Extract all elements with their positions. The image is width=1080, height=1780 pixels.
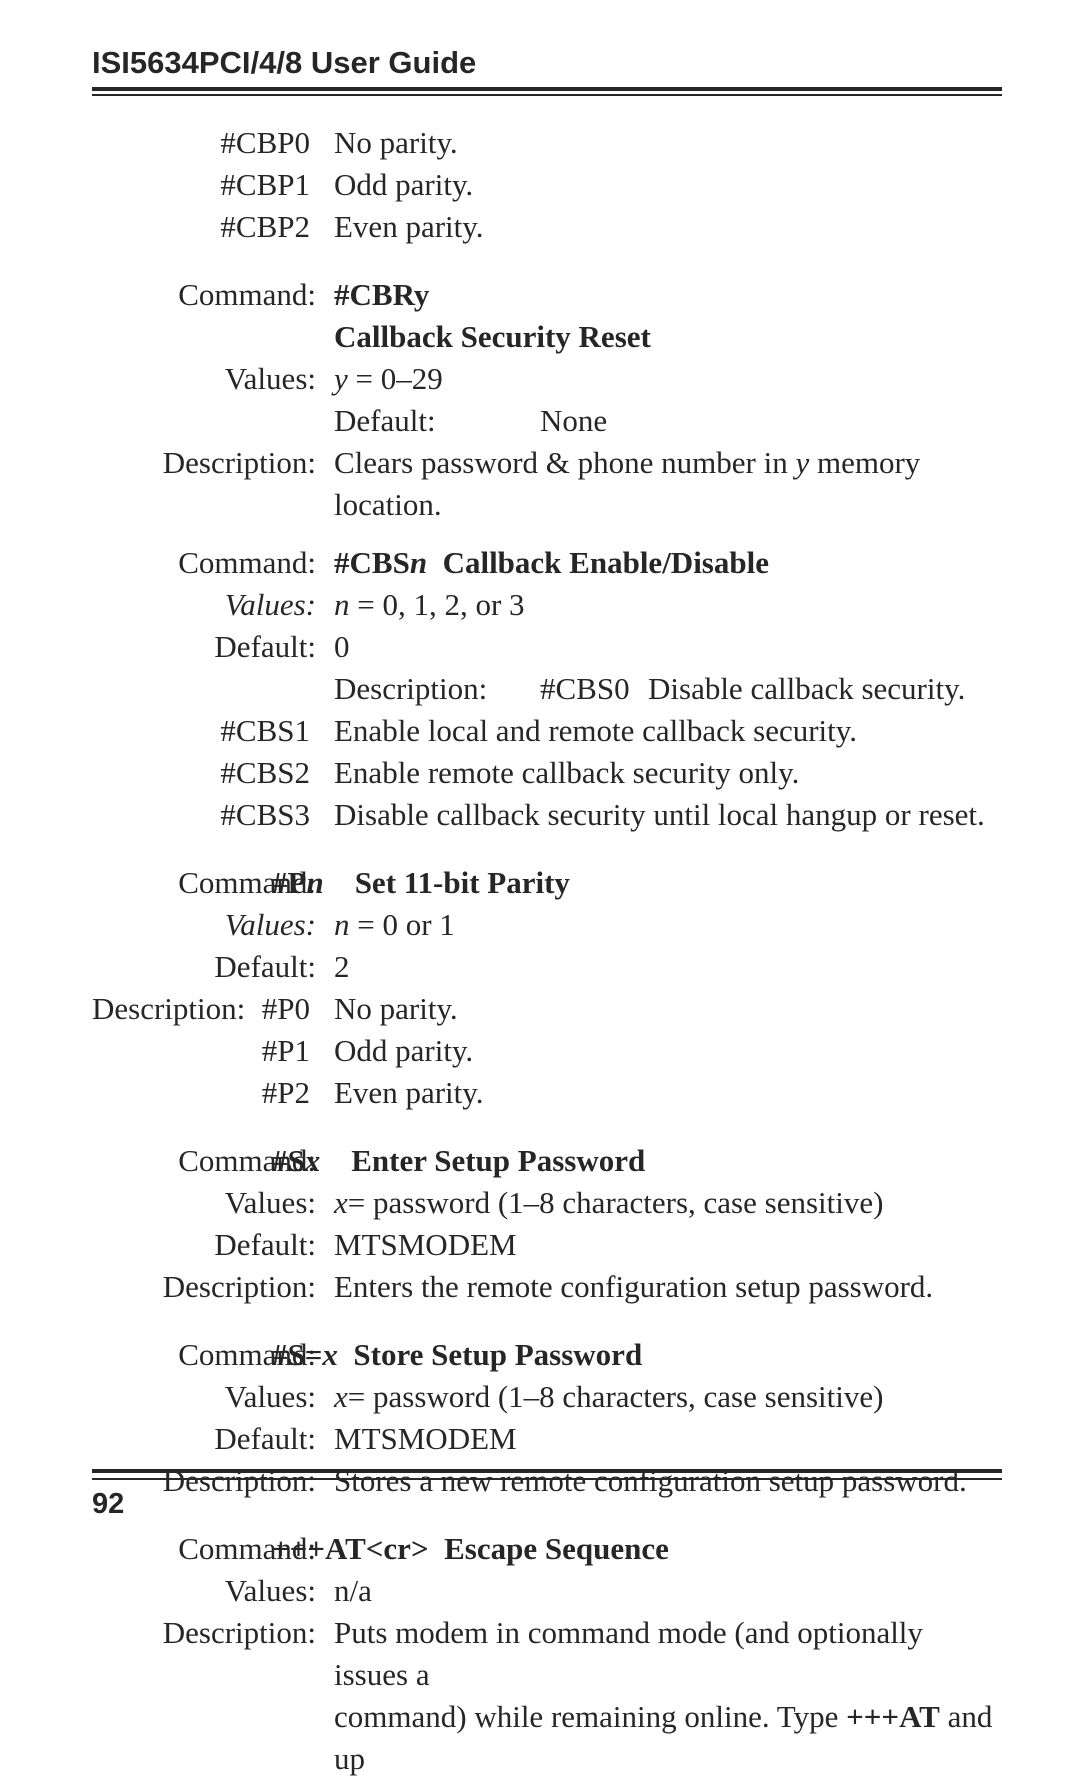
values-value: n = 0 or 1 <box>334 904 1002 946</box>
values-label: Values: <box>92 358 334 400</box>
cbs-desc: Enable remote callback security only. <box>334 752 1002 794</box>
cbs-row-3: #CBS3 Disable callback security until lo… <box>92 794 1002 836</box>
description-label: Description: <box>92 1612 334 1654</box>
cbs-code: #CBS0 <box>540 668 648 710</box>
cbp-desc: No parity. <box>334 122 1002 164</box>
values-label: Values: <box>92 1376 334 1418</box>
cbs-desc: Enable local and remote callback securit… <box>334 710 1002 752</box>
footer-rule-thin <box>92 1478 1002 1480</box>
cbp-code: #CBP2 <box>92 206 334 248</box>
description-label: Description: <box>92 1266 334 1308</box>
cbp-code: #CBP1 <box>92 164 334 206</box>
values-value: n = 0, 1, 2, or 3 <box>334 584 1002 626</box>
values-label: Values: <box>92 1570 334 1612</box>
default-label: Default: <box>92 626 334 668</box>
description-value: Stores a new remote configuration setup … <box>334 1460 1002 1502</box>
description-label: Description: <box>334 668 540 710</box>
p-row-2: #P2 Even parity. <box>92 1072 1002 1114</box>
cbp-desc: Odd parity. <box>334 164 1002 206</box>
values-label: Values: <box>92 1182 334 1224</box>
cbs-row-1: #CBS1 Enable local and remote callback s… <box>92 710 1002 752</box>
block-ssx: Command: #S=x Store Setup Password Value… <box>92 1334 1002 1502</box>
p-row-1: #P1 Odd parity. <box>92 1030 1002 1072</box>
command-code: #CBRy <box>334 274 1002 316</box>
cbs-desc: Disable callback security. <box>648 668 1002 710</box>
command-head: #S=x Store Setup Password <box>272 1334 1002 1376</box>
default-label: Default: <box>92 1224 334 1266</box>
description-value-line1: Puts modem in command mode (and optional… <box>334 1612 1002 1696</box>
description-value-line2: command) while remaining online. Type ++… <box>334 1696 1002 1780</box>
default-label: Default: <box>92 946 334 988</box>
default-value: MTSMODEM <box>334 1418 1002 1460</box>
default-label: Default: <box>334 400 540 442</box>
description-label: Description: <box>92 1460 334 1502</box>
block-cbr: Command: #CBRy Callback Security Reset V… <box>92 274 1002 526</box>
command-label: Command: <box>92 274 334 316</box>
block-cbs: Command: #CBSn Callback Enable/Disable V… <box>92 542 1002 836</box>
cbp-row-1: #CBP1 Odd parity. <box>92 164 1002 206</box>
default-value: 0 <box>334 626 1002 668</box>
cbp-row-0: #CBP0 No parity. <box>92 122 1002 164</box>
values-value: y = 0–29 <box>334 358 1002 400</box>
cbs-code: #CBS2 <box>92 752 334 794</box>
command-head: #Pn Set 11-bit Parity <box>272 862 1002 904</box>
description-label: Description: <box>92 442 334 484</box>
cbp-code: #CBP0 <box>92 122 334 164</box>
command-head: #CBSn Callback Enable/Disable <box>334 542 1002 584</box>
p-desc: No parity. <box>334 988 1002 1030</box>
values-value: x= password (1–8 characters, case sensit… <box>334 1376 1002 1418</box>
default-value: None <box>540 400 1002 442</box>
cbp-desc: Even parity. <box>334 206 1002 248</box>
command-label: Command: <box>92 542 334 584</box>
command-title: Callback Security Reset <box>334 316 1002 358</box>
p-desc: Even parity. <box>334 1072 1002 1114</box>
page-number: 92 <box>92 1488 124 1521</box>
values-value: n/a <box>334 1570 1002 1612</box>
block-escape: Command: +++AT<cr> Escape Sequence Value… <box>92 1528 1002 1780</box>
values-label: Values: <box>92 584 334 626</box>
p-desc: Odd parity. <box>334 1030 1002 1072</box>
default-value: 2 <box>334 946 1002 988</box>
values-value: x= password (1–8 characters, case sensit… <box>334 1182 1002 1224</box>
cbs-code: #CBS3 <box>92 794 334 836</box>
cbp-row-2: #CBP2 Even parity. <box>92 206 1002 248</box>
description-value: Clears password & phone number in y memo… <box>334 442 1002 526</box>
description-with-code: Description: #P0 <box>92 988 334 1030</box>
cbs-code: #CBS1 <box>92 710 334 752</box>
header-rule <box>92 94 1002 96</box>
p-code: #P2 <box>92 1072 334 1114</box>
footer-rule <box>92 1469 1002 1473</box>
block-sx: Command: #Sx Enter Setup Password Values… <box>92 1140 1002 1308</box>
values-label: Values: <box>92 904 334 946</box>
default-value: MTSMODEM <box>334 1224 1002 1266</box>
page: ISI5634PCI/4/8 User Guide #CBP0 No parit… <box>0 0 1080 1553</box>
cbs-row-2: #CBS2 Enable remote callback security on… <box>92 752 1002 794</box>
description-value: Enters the remote configuration setup pa… <box>334 1266 1002 1308</box>
command-head: #Sx Enter Setup Password <box>272 1140 1002 1182</box>
default-label: Default: <box>92 1418 334 1460</box>
page-header: ISI5634PCI/4/8 User Guide <box>92 45 1002 91</box>
cbs-desc: Disable callback security until local ha… <box>334 794 1002 836</box>
command-head: +++AT<cr> Escape Sequence <box>272 1528 1002 1570</box>
block-p: Command: #Pn Set 11-bit Parity Values: n… <box>92 862 1002 1114</box>
p-code: #P1 <box>92 1030 334 1072</box>
